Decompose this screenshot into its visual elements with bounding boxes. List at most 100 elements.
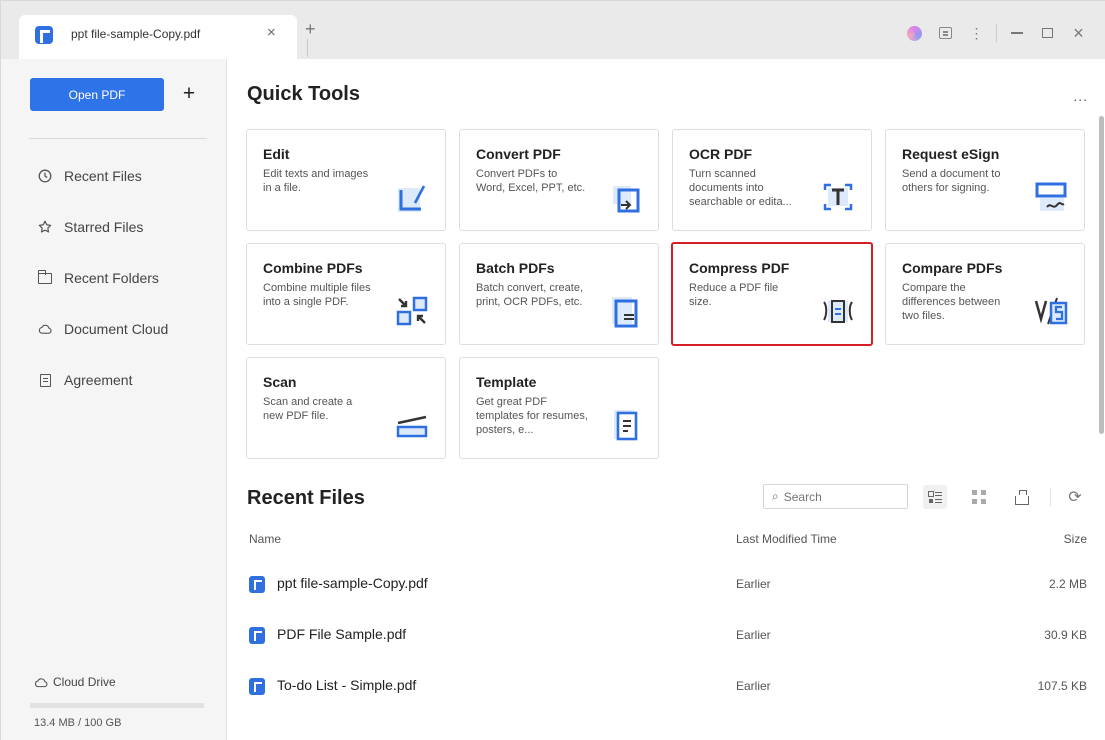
tool-card-compress-pdf[interactable]: Compress PDF Reduce a PDF file size. [671,242,873,346]
tool-title: Template [476,374,537,390]
grid-view-button[interactable] [967,485,991,509]
search-icon: ⌕ [772,489,779,503]
tool-card-scan[interactable]: Scan Scan and create a new PDF file. [246,357,446,459]
quick-tools-title: Quick Tools [247,83,360,105]
cloud-drive-label: Cloud Drive [53,675,116,689]
column-header-size[interactable]: Size [1064,532,1087,546]
sidebar: Open PDF + Recent Files Starred Files Re… [1,59,227,740]
tool-card-combine-pdfs[interactable]: Combine PDFs Combine multiple files into… [246,243,446,345]
close-icon: × [1073,23,1084,43]
tool-title: Batch PDFs [476,260,555,276]
more-options-button[interactable]: ... [1073,88,1088,104]
file-modified-time: Earlier [736,577,771,591]
tool-card-edit[interactable]: Edit Edit texts and images in a file. [246,129,446,231]
tray-icon [1015,489,1029,505]
tool-title: Compress PDF [689,260,790,276]
file-row[interactable]: PDF File Sample.pdf Earlier 30.9 KB [227,616,1105,667]
cloud-drive-link[interactable]: Cloud Drive [34,675,116,689]
batch-icon [607,294,643,328]
file-row[interactable]: ppt file-sample-Copy.pdf Earlier 2.2 MB [227,565,1105,616]
search-input[interactable] [783,489,894,504]
column-header-modified[interactable]: Last Modified Time [736,532,837,546]
create-button[interactable]: + [178,83,200,107]
maximize-button[interactable] [1032,24,1063,42]
list-view-button[interactable] [923,485,947,509]
storage-usage-text: 13.4 MB / 100 GB [34,717,122,729]
tool-description: Convert PDFs to Word, Excel, PPT, etc. [476,168,586,194]
storage-usage-bar [30,703,204,708]
open-pdf-button[interactable]: Open PDF [30,78,164,111]
feedback-button[interactable] [930,24,961,42]
clear-recent-button[interactable] [1010,485,1034,509]
tool-card-compare-pdfs[interactable]: Compare PDFs Compare the differences bet… [885,243,1085,345]
maximize-icon [1042,28,1053,38]
tool-title: Compare PDFs [902,260,1003,276]
sidebar-item-label: Document Cloud [64,321,169,337]
document-tab[interactable]: ppt file-sample-Copy.pdf × [19,15,308,59]
tool-description: Send a document to others for signing. [902,168,1001,194]
tool-description: Scan and create a new PDF file. [263,396,353,422]
pdf-file-icon [249,576,265,593]
file-size: 2.2 MB [1048,577,1087,591]
tool-description: Turn scanned documents into searchable o… [689,168,792,208]
kebab-menu-icon: ⋮ [969,24,984,41]
tool-title: Request eSign [902,146,1000,162]
window-controls-divider [996,24,997,42]
sidebar-item-recent-folders[interactable]: Recent Folders [38,267,159,289]
close-window-button[interactable]: × [1063,24,1094,42]
column-header-name[interactable]: Name [249,532,281,546]
feedback-icon [939,27,952,39]
tool-description: Reduce a PDF file size. [689,282,779,308]
minimize-button[interactable] [1001,24,1032,42]
agreement-icon [38,373,52,387]
tool-title: Convert PDF [476,146,561,162]
sidebar-item-label: Recent Files [64,168,142,184]
app-window: ppt file-sample-Copy.pdf × + ⋮ × Open PD… [0,0,1105,740]
recent-files-title: Recent Files [247,487,365,509]
compare-icon [1033,294,1069,328]
toolbar-divider [1050,488,1051,506]
compress-icon [820,294,856,328]
sidebar-divider [29,138,207,139]
file-row[interactable]: To-do List - Simple.pdf Earlier 107.5 KB [227,667,1105,718]
tool-title: Combine PDFs [263,260,363,276]
tool-description: Combine multiple files into a single PDF… [263,282,371,308]
tool-description: Batch convert, create, print, OCR PDFs, … [476,282,583,308]
cloud-drive-icon [34,677,48,687]
title-bar: ppt file-sample-Copy.pdf × + ⋮ × [1,1,1105,59]
search-field[interactable]: ⌕ [763,484,908,509]
file-name: To-do List - Simple.pdf [277,677,417,693]
file-size: 30.9 KB [1044,628,1087,642]
convert-icon [607,180,643,214]
tool-card-template[interactable]: Template Get great PDF templates for res… [459,357,659,459]
tool-card-request-esign[interactable]: Request eSign Send a document to others … [885,129,1085,231]
new-tab-button[interactable]: + [305,19,316,40]
sidebar-item-starred-files[interactable]: Starred Files [38,216,143,238]
sidebar-item-recent-files[interactable]: Recent Files [38,165,142,187]
file-name: PDF File Sample.pdf [277,626,407,642]
tool-title: Scan [263,374,297,390]
tool-title: OCR PDF [689,146,752,162]
sidebar-item-document-cloud[interactable]: Document Cloud [38,318,168,340]
tab-title: ppt file-sample-Copy.pdf [71,27,201,41]
sidebar-item-label: Starred Files [64,219,144,235]
tool-card-batch-pdfs[interactable]: Batch PDFs Batch convert, create, print,… [459,243,659,345]
clock-icon [38,169,52,183]
star-icon [38,220,52,234]
template-icon [607,408,643,442]
menu-button[interactable]: ⋮ [961,24,992,42]
tab-divider [307,39,308,57]
tool-card-ocr-pdf[interactable]: OCR PDF Turn scanned documents into sear… [672,129,872,231]
window-controls: ⋮ × [899,24,1094,42]
file-modified-time: Earlier [736,628,771,642]
main-scrollbar[interactable] [1099,116,1104,434]
sidebar-item-agreement[interactable]: Agreement [38,369,132,391]
tool-description: Get great PDF templates for resumes, pos… [476,396,588,436]
refresh-icon[interactable]: ⟳ [1063,485,1087,509]
tool-card-convert-pdf[interactable]: Convert PDF Convert PDFs to Word, Excel,… [459,129,659,231]
file-size: 107.5 KB [1037,679,1087,693]
tool-description: Edit texts and images in a file. [263,168,369,194]
edit-icon [394,180,430,214]
profile-avatar[interactable] [899,24,930,42]
tab-close-icon[interactable]: × [267,24,276,41]
